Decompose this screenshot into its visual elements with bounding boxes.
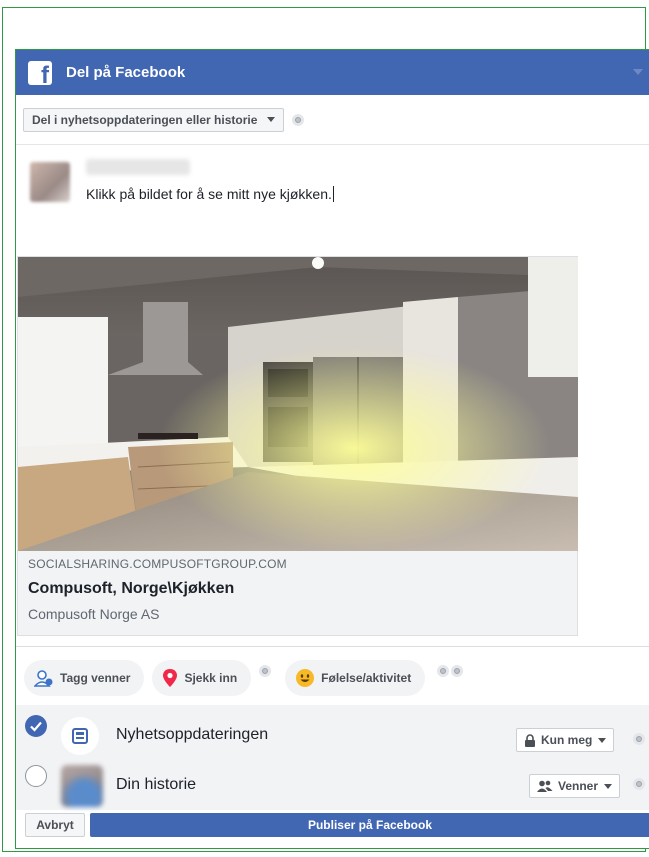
share-destination-select[interactable]: Del i nyhetsoppdateringen eller historie	[23, 107, 285, 132]
composer-actions: Tagg venner Sjekk inn Følelse/aktivitet	[16, 646, 649, 708]
user-name	[86, 159, 190, 175]
help-icon[interactable]	[451, 664, 464, 677]
share-dialog: f Del på Facebook Del i nyhetsoppdaterin…	[15, 49, 649, 849]
link-title[interactable]: Compusoft, Norge\Kjøkken	[28, 580, 567, 598]
check-in-label: Sjekk inn	[184, 670, 238, 685]
story-checkbox[interactable]	[25, 765, 47, 787]
link-preview-image[interactable]	[18, 257, 578, 551]
news-feed-label: Nyhetsoppdateringen	[116, 726, 269, 743]
tag-friends-label: Tagg venner	[60, 670, 131, 685]
check-in-button[interactable]: Sjekk inn	[152, 659, 252, 696]
chevron-down-icon	[604, 783, 613, 789]
feeling-activity-button[interactable]: Følelse/aktivitet	[285, 659, 426, 696]
tag-friends-button[interactable]: Tagg venner	[24, 659, 145, 696]
help-icon[interactable]	[437, 664, 450, 677]
help-icon[interactable]	[292, 113, 305, 126]
composer[interactable]: Klikk på bildet for å se mitt nye kjøkke…	[16, 145, 649, 253]
help-icon[interactable]	[633, 733, 645, 745]
news-feed-privacy-select[interactable]: Kun meg	[516, 728, 615, 752]
friends-icon	[537, 780, 553, 792]
news-feed-icon-wrap	[61, 717, 99, 755]
story-privacy-label: Venner	[558, 779, 599, 793]
news-feed-icon	[72, 728, 88, 744]
publish-button[interactable]: Publiser på Facebook	[90, 813, 649, 837]
chevron-down-icon	[598, 737, 607, 743]
help-icon[interactable]	[633, 778, 645, 790]
story-privacy-select[interactable]: Venner	[529, 774, 621, 798]
link-preview-card[interactable]: SOCIALSHARING.COMPUSOFTGROUP.COM Compuso…	[17, 256, 578, 636]
location-pin-icon	[163, 668, 178, 687]
story-label: Din historie	[116, 776, 197, 793]
smiley-icon	[296, 668, 315, 687]
tag-friends-icon	[34, 669, 53, 687]
status-input[interactable]: Klikk på bildet for å se mitt nye kjøkke…	[86, 186, 334, 202]
text-cursor	[332, 186, 334, 202]
facebook-logo-icon: f	[28, 60, 52, 87]
share-destination-row: Del i nyhetsoppdateringen eller historie	[16, 95, 649, 145]
status-text: Klikk på bildet for å se mitt nye kjøkke…	[86, 186, 332, 202]
link-domain: SOCIALSHARING.COMPUSOFTGROUP.COM	[28, 557, 287, 571]
help-icon[interactable]	[259, 664, 272, 677]
cancel-button[interactable]: Avbryt	[25, 813, 85, 837]
news-feed-checkbox[interactable]	[25, 715, 47, 737]
chevron-down-icon	[267, 117, 276, 122]
share-destination-label: Del i nyhetsoppdateringen eller historie	[32, 112, 258, 127]
lock-icon	[525, 733, 535, 747]
audience-section: Nyhetsoppdateringen Kun meg Din historie	[16, 705, 649, 810]
check-icon	[30, 721, 42, 732]
header-dropdown-icon[interactable]	[633, 69, 643, 75]
feeling-activity-label: Følelse/aktivitet	[321, 670, 412, 685]
link-meta: SOCIALSHARING.COMPUSOFTGROUP.COM Compuso…	[18, 551, 577, 622]
news-feed-privacy-label: Kun meg	[541, 733, 593, 747]
link-description: Compusoft Norge AS	[28, 606, 160, 622]
story-row[interactable]: Din historie Venner	[16, 765, 649, 810]
avatar	[30, 162, 70, 202]
dialog-title: Del på Facebook	[66, 64, 186, 81]
dialog-footer: Avbryt Publiser på Facebook	[16, 810, 649, 848]
dialog-header: f Del på Facebook	[16, 50, 649, 95]
news-feed-row[interactable]: Nyhetsoppdateringen Kun meg	[16, 705, 649, 765]
